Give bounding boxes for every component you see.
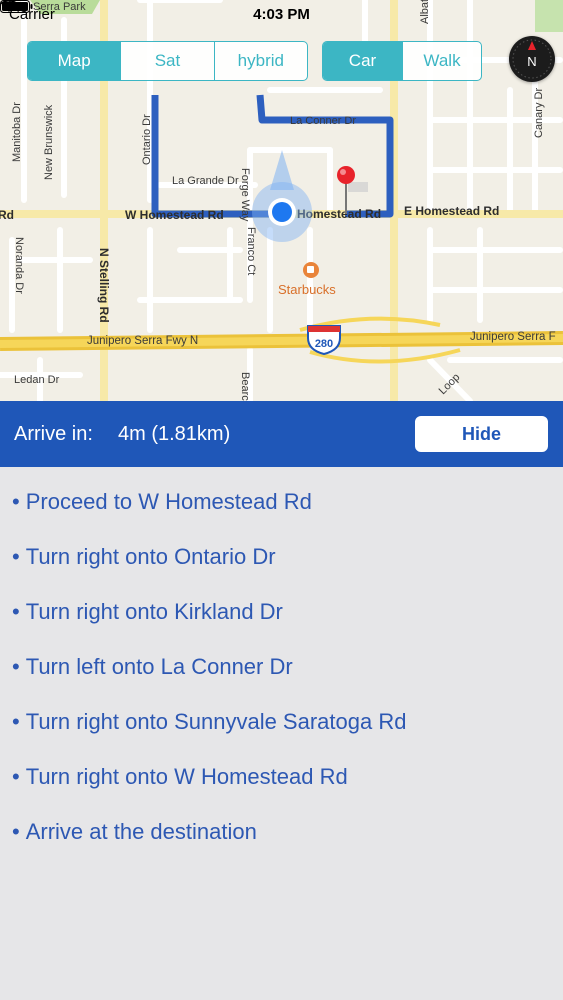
coffee-cup-icon [303, 262, 319, 278]
label-bearc: Bearc [239, 372, 251, 401]
label-junipero-serra-right: Junipero Serra F [470, 331, 556, 343]
label-starbucks: Starbucks [278, 282, 336, 297]
map-type-segmented-control: Map Sat hybrid [27, 41, 308, 81]
clock: 4:03 PM [253, 6, 310, 23]
label-rd-left: Rd [0, 208, 14, 222]
hide-button[interactable]: Hide [414, 415, 549, 453]
direction-text: Turn left onto La Conner Dr [25, 654, 293, 679]
label-ontario-dr: Ontario Dr [141, 114, 153, 165]
direction-step: • Turn right onto Ontario Dr [12, 544, 276, 570]
direction-step: • Turn left onto La Conner Dr [12, 654, 293, 680]
label-canary-dr: Canary Dr [533, 88, 545, 138]
bullet: • [12, 709, 20, 734]
map-view[interactable]: Serra Park Albat Canary Dr La Conner Dr … [0, 0, 563, 401]
user-location-icon [252, 150, 312, 242]
label-new-brunswick: New Brunswick [43, 104, 55, 180]
compass-icon: N [512, 39, 552, 79]
label-la-grande-dr: La Grande Dr [172, 175, 239, 187]
label-w-homestead-rd: W Homestead Rd [125, 208, 224, 222]
label-e-homestead-rd: E Homestead Rd [404, 204, 499, 218]
direction-text: Turn right onto W Homestead Rd [25, 764, 348, 789]
interstate-280-shield: 280 [307, 325, 341, 356]
direction-text: Turn right onto Sunnyvale Saratoga Rd [25, 709, 407, 734]
label-junipero-serra-fwy: Junipero Serra Fwy N [87, 335, 198, 347]
direction-text: Arrive at the destination [25, 819, 257, 844]
segment-hybrid[interactable]: hybrid [213, 42, 307, 80]
direction-step: • Turn right onto W Homestead Rd [12, 764, 348, 790]
label-franco-ct: Franco Ct [245, 227, 257, 275]
label-noranda-dr: Noranda Dr [13, 237, 25, 294]
svg-text:280: 280 [315, 338, 333, 350]
battery-icon [0, 0, 33, 13]
bullet: • [12, 654, 20, 679]
direction-step: • Turn right onto Sunnyvale Saratoga Rd [12, 709, 406, 735]
compass-button[interactable]: N [509, 36, 555, 82]
arrival-bar: Arrive in: 4m (1.81km) Hide [0, 401, 563, 467]
segment-walk[interactable]: Walk [402, 42, 481, 80]
direction-step: • Proceed to W Homestead Rd [12, 489, 312, 515]
arrive-in-value: 4m (1.81km) [118, 423, 231, 445]
label-ledan-dr: Ledan Dr [14, 374, 60, 386]
bullet: • [12, 489, 20, 514]
direction-step: • Arrive at the destination [12, 819, 257, 845]
direction-text: Turn right onto Ontario Dr [25, 544, 276, 569]
segment-sat[interactable]: Sat [120, 42, 213, 80]
segment-map[interactable]: Map [28, 42, 121, 80]
bullet: • [12, 599, 20, 624]
svg-text:N: N [527, 54, 536, 69]
arrive-in-label: Arrive in: [14, 423, 93, 445]
label-forge-way: Forge Way [239, 168, 251, 222]
bullet: • [12, 819, 20, 844]
direction-text: Turn right onto Kirkland Dr [25, 599, 283, 624]
bullet: • [12, 764, 20, 789]
bullet: • [12, 544, 20, 569]
status-bar: Carrier 4:03 PM [0, 0, 563, 30]
label-la-conner-dr: La Conner Dr [290, 115, 356, 127]
direction-text: Proceed to W Homestead Rd [25, 489, 312, 514]
travel-mode-segmented-control: Car Walk [322, 41, 482, 81]
label-manitoba-dr: Manitoba Dr [11, 102, 23, 162]
label-n-stelling-rd: N Stelling Rd [97, 248, 111, 323]
direction-step: • Turn right onto Kirkland Dr [12, 599, 283, 625]
segment-car[interactable]: Car [323, 42, 402, 80]
